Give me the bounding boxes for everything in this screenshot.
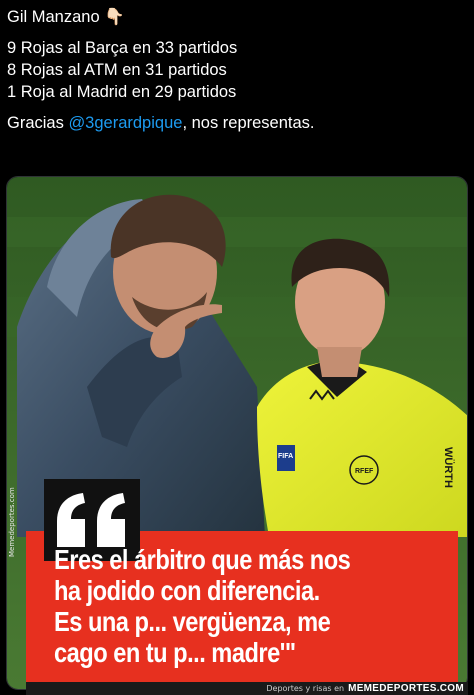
rfef-crest-text: RFEF	[355, 468, 374, 475]
quote-line: ha jodido con diferencia.	[54, 575, 320, 606]
pointing-down-emoji-icon: 👇🏻	[104, 8, 125, 26]
tweet-gap	[7, 28, 467, 37]
sponsor-text: WÜRTH	[442, 447, 455, 488]
thanks-suffix: , nos representas.	[182, 114, 315, 132]
tweet-author-text: Gil Manzano	[7, 8, 100, 26]
tweet-stat-line: 9 Rojas al Barça en 33 partidos	[7, 39, 238, 57]
mention-link[interactable]: @3gerardpique	[68, 114, 182, 132]
side-watermark: Memedeportes.com	[8, 487, 16, 557]
thanks-prefix: Gracias	[7, 114, 69, 132]
quote-line: Eres el árbitro que más nos	[54, 544, 351, 575]
tweet-stat-line: 8 Rojas al ATM en 31 partidos	[7, 61, 227, 79]
tweet-line-author: Gil Manzano 👇🏻	[7, 6, 467, 28]
tweet-gap	[7, 103, 467, 112]
quote-line: Es una p... vergüenza, me	[54, 606, 331, 637]
footer-tagline: Deportes y risas en	[266, 684, 345, 693]
quote-text: Eres el árbitro que más nos ha jodido co…	[54, 544, 407, 668]
footer-brand: MEMEDEPORTES.COM	[348, 683, 464, 694]
tweet-body: Gil Manzano 👇🏻 9 Rojas al Barça en 33 pa…	[7, 6, 467, 134]
referee-neck	[317, 347, 362, 377]
tweet-stat-line: 1 Roja al Madrid en 29 partidos	[7, 83, 237, 101]
fifa-badge-text: FIFA	[278, 453, 293, 460]
image-footer: Deportes y risas en MEMEDEPORTES.COM	[26, 682, 468, 695]
quote-line: cago en tu p... madre'"	[54, 637, 296, 668]
tweet-thanks-line: Gracias @3gerardpique, nos representas.	[7, 112, 467, 134]
